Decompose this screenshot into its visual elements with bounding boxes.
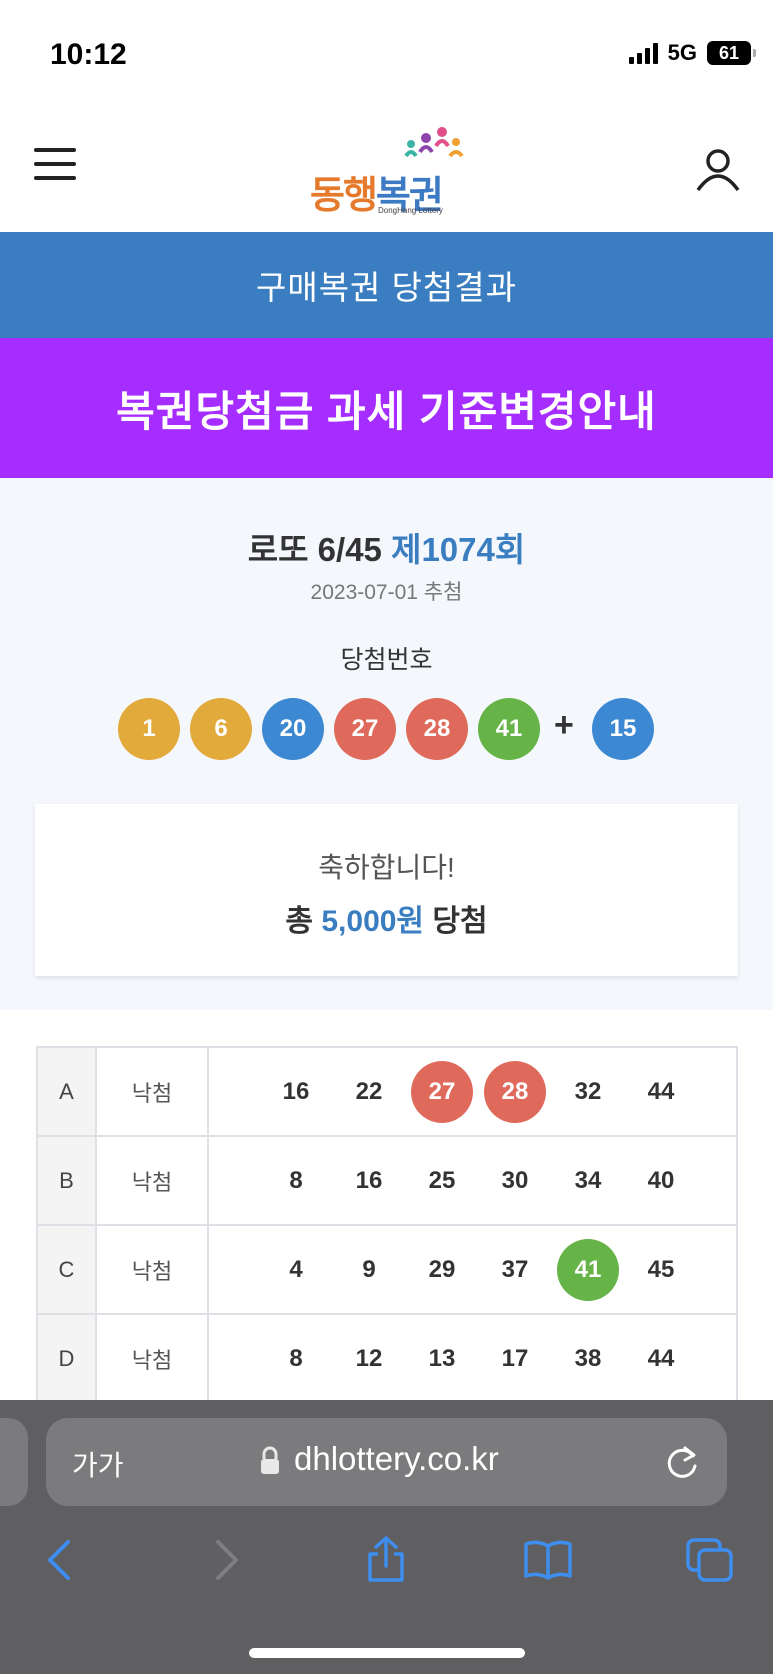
table-row: C 낙첨 4 9 29 37 41 45 [36,1224,738,1315]
ticket-number: 38 [574,1344,602,1372]
tabs-icon[interactable] [686,1536,734,1584]
back-icon[interactable] [36,1536,84,1584]
ticket-number: 44 [647,1077,675,1105]
matched-number: 27 [411,1060,473,1123]
result-status: 낙첨 [95,1224,209,1315]
winning-ball: 41 [478,698,540,760]
plus-sign: + [554,706,574,744]
round-number: 제1074회 [391,531,526,568]
share-icon[interactable] [362,1536,410,1584]
winning-ball: 20 [262,698,324,760]
matched-number: 28 [484,1060,546,1123]
ticket-number: 8 [289,1166,303,1194]
winning-ball: 27 [334,698,396,760]
table-row: A 낙첨 16 22 27 28 32 44 [36,1046,738,1137]
donghang-lottery-logo[interactable]: 동행복권 DongHang Lottery [308,126,468,217]
ticket-numbers: 4 9 29 37 41 45 [207,1224,738,1315]
status-indicators: 5G 61 [628,40,756,66]
winning-numbers-label: 당첨번호 [340,646,433,674]
congrats-text: 축하합니다! [318,852,455,883]
status-bar: 10:12 5G 61 [0,0,773,110]
table-row: B 낙첨 8 16 25 30 34 40 [36,1135,738,1226]
prize-total: 총 5,000원 당첨 [285,905,488,938]
status-time: 10:12 [50,38,127,71]
winning-ball: 6 [190,698,252,760]
battery-icon: 61 [707,41,756,65]
previous-tab[interactable] [0,1418,28,1506]
bonus-ball: 15 [592,698,654,760]
bookmarks-icon[interactable] [524,1536,572,1584]
ticket-number: 16 [355,1166,383,1194]
ticket-results-table: A 낙첨 16 22 27 28 32 44 B 낙첨 8 16 25 30 3… [36,1046,738,1404]
game-label: B [36,1135,97,1226]
game-name: 로또 6/45 [247,531,382,568]
logo-subtitle: DongHang Lottery [378,206,443,215]
draw-title: 로또 6/45 제1074회 [0,523,773,571]
forward-icon[interactable] [202,1536,250,1584]
ticket-number: 37 [501,1255,529,1283]
winning-numbers: 1 6 20 27 28 41 + 15 [118,698,658,760]
game-label: D [36,1313,97,1404]
network-type: 5G [667,40,697,65]
signal-icon [628,42,658,64]
game-label: C [36,1224,97,1315]
game-label: A [36,1046,97,1137]
ticket-number: 9 [362,1255,376,1283]
ticket-number: 45 [647,1255,675,1283]
ticket-number: 22 [355,1077,383,1105]
ticket-numbers: 8 12 13 17 38 44 [207,1313,738,1404]
prize-amount: 5,000원 [321,905,425,938]
ticket-number: 13 [428,1344,456,1372]
browser-toolbar: 가가 dhlottery.co.kr [0,1400,773,1674]
reload-icon[interactable] [663,1442,701,1482]
ticket-number: 29 [428,1255,456,1283]
tax-notice-text: 복권당첨금 과세 기준변경안내 [116,387,657,435]
ticket-number: 34 [574,1166,602,1194]
result-status: 낙첨 [95,1135,209,1226]
home-indicator [249,1648,525,1658]
ticket-number: 12 [355,1344,383,1372]
ticket-number: 25 [428,1166,456,1194]
result-status: 낙첨 [95,1046,209,1137]
prize-card: 축하합니다! 총 5,000원 당첨 [35,804,738,976]
ticket-number: 44 [647,1344,675,1372]
matched-number: 41 [557,1238,619,1301]
ticket-numbers: 8 16 25 30 34 40 [207,1135,738,1226]
address-bar[interactable]: 가가 dhlottery.co.kr [46,1418,727,1506]
table-row: D 낙첨 8 12 13 17 38 44 [36,1313,738,1404]
user-account-icon[interactable] [695,146,741,192]
url-text[interactable]: dhlottery.co.kr [294,1440,499,1478]
ticket-number: 17 [501,1344,529,1372]
ticket-number: 8 [289,1344,303,1372]
ticket-number: 30 [501,1166,529,1194]
winning-ball: 1 [118,698,180,760]
hamburger-menu-icon[interactable] [34,148,76,184]
result-status: 낙첨 [95,1313,209,1404]
ticket-numbers: 16 22 27 28 32 44 [207,1046,738,1137]
text-size-button[interactable]: 가가 [72,1444,124,1484]
ticket-number: 16 [282,1077,310,1105]
lock-icon [261,1446,279,1474]
draw-result-section: 로또 6/45 제1074회 2023-07-01 추첨 당첨번호 1 6 20… [0,478,773,1010]
tax-notice-banner[interactable]: 복권당첨금 과세 기준변경안내 [0,338,773,478]
page-title: 구매복권 당첨결과 [255,269,518,306]
draw-date: 2023-07-01 추첨 [310,581,463,604]
ticket-number: 32 [574,1077,602,1105]
site-header: 동행복권 DongHang Lottery [0,110,773,232]
ticket-number: 4 [289,1255,303,1283]
page-title-bar: 구매복권 당첨결과 [0,232,773,338]
ticket-number: 40 [647,1166,675,1194]
winning-ball: 28 [406,698,468,760]
battery-level: 61 [718,42,740,63]
